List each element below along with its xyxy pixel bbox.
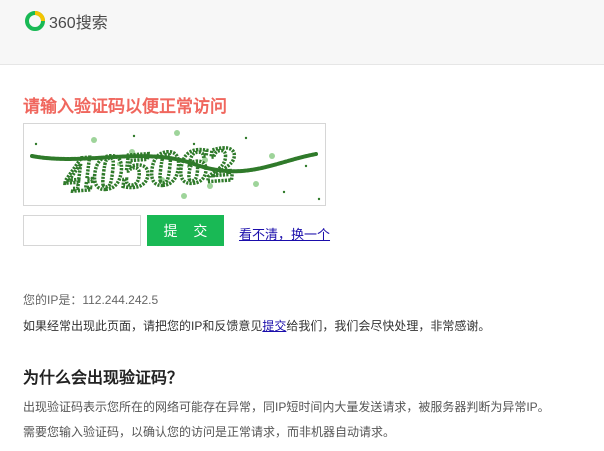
logo-text: 360搜索 <box>49 15 108 32</box>
ip-address: 您的IP是：112.244.242.5 <box>23 293 159 307</box>
page-title: 请输入验证码以便正常访问 <box>23 97 227 116</box>
submit-button[interactable]: 提 交 <box>147 215 224 246</box>
captcha-graphic: 405062 <box>30 130 321 204</box>
captcha-code: 405062 <box>63 140 238 203</box>
captcha-image[interactable]: 405062 <box>23 123 326 206</box>
site-logo[interactable]: 360搜索 <box>24 8 108 34</box>
feedback-submit-link[interactable]: 提交 <box>262 319 286 333</box>
why-explanation-1: 出现验证码表示您所在的网络可能存在异常，同IP短时间内大量发送请求，被服务器判断… <box>23 400 550 414</box>
site-header: 360搜索 <box>0 0 604 65</box>
refresh-captcha-link[interactable]: 看不清，换一个 <box>239 224 330 243</box>
feedback-notice: 如果经常出现此页面，请把您的IP和反馈意见提交给我们，我们会尽快处理，非常感谢。 <box>23 317 490 334</box>
why-explanation-2: 需要您输入验证码，以确认您的访问是正常请求，而非机器自动请求。 <box>23 425 396 439</box>
notice-text-before: 如果经常出现此页面，请把您的IP和反馈意见 <box>23 319 263 333</box>
360-logo-icon <box>25 11 45 31</box>
notice-text-after: 给我们，我们会尽快处理，非常感谢。 <box>286 319 491 333</box>
captcha-input[interactable] <box>23 215 141 246</box>
why-heading: 为什么会出现验证码？ <box>23 370 184 387</box>
